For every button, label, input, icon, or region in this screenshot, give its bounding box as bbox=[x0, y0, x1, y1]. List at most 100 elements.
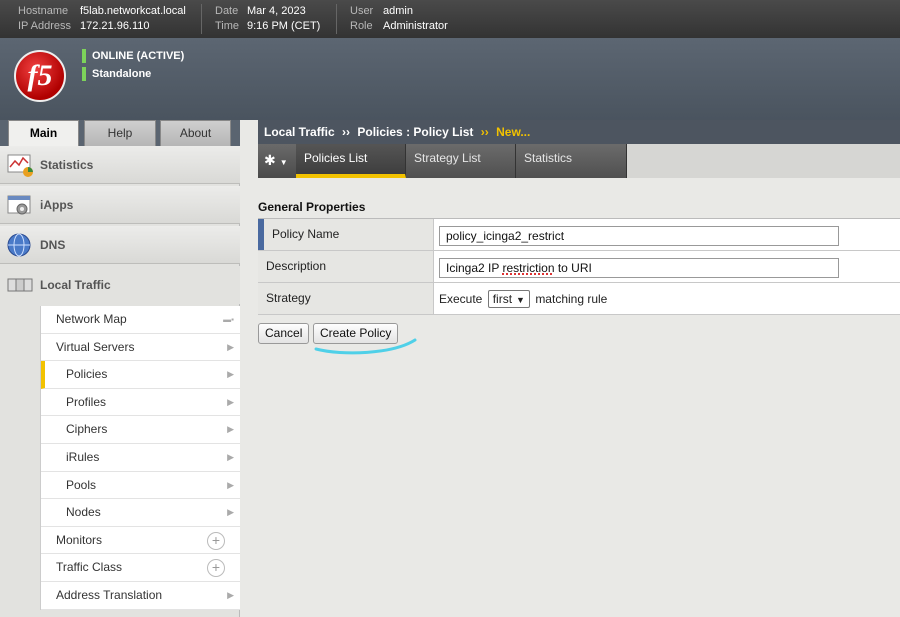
sidebar-item-label: iRules bbox=[66, 449, 100, 464]
chevron-right-icon: ▶ bbox=[227, 451, 234, 462]
sidebar-item-ciphers[interactable]: Ciphers ▶ bbox=[41, 416, 240, 444]
sidebar-item-label: Pools bbox=[66, 477, 97, 492]
gear-icon: ✱ bbox=[264, 152, 276, 168]
breadcrumb-new: New... bbox=[496, 125, 531, 139]
strategy-row: Strategy Execute first ▼ matching rule bbox=[258, 283, 900, 315]
sidebar-section-statistics[interactable]: Statistics bbox=[0, 146, 240, 184]
gear-menu-button[interactable]: ✱ ▼ bbox=[258, 144, 296, 178]
left-nav-tabs: Main Help About bbox=[0, 120, 240, 147]
description-row: Description Icinga2 IP restriction to UR… bbox=[258, 251, 900, 283]
sidebar-section-iapps[interactable]: iApps bbox=[0, 186, 240, 224]
date-label: Date bbox=[215, 5, 239, 17]
tab-about[interactable]: About bbox=[160, 120, 231, 146]
sidebar-item-traffic-class[interactable]: Traffic Class + bbox=[41, 554, 240, 582]
content-tabs: ✱ ▼ Policies List Strategy List Statistic… bbox=[258, 144, 900, 178]
sidebar-item-pools[interactable]: Pools ▶ bbox=[41, 472, 240, 500]
header-banner: f5 ONLINE (ACTIVE) Standalone bbox=[0, 38, 900, 120]
statistics-icon bbox=[7, 154, 33, 177]
add-icon[interactable]: + bbox=[207, 559, 225, 578]
sidebar-item-label: Virtual Servers bbox=[56, 339, 135, 354]
tab-main[interactable]: Main bbox=[8, 120, 79, 147]
sidebar-item-label: Ciphers bbox=[66, 422, 108, 437]
role-value: Administrator bbox=[383, 20, 448, 32]
sidebar-item-label: Address Translation bbox=[56, 587, 163, 602]
sidebar-item-label: Policies bbox=[66, 367, 108, 382]
breadcrumb-policy-list[interactable]: Policies : Policy List bbox=[357, 125, 473, 139]
ip-label: IP Address bbox=[18, 20, 71, 32]
hostname-label: Hostname bbox=[18, 5, 69, 17]
cancel-button[interactable]: Cancel bbox=[258, 323, 310, 344]
divider bbox=[201, 4, 202, 34]
chevron-right-icon: ▶ bbox=[227, 369, 234, 380]
host-info: Hostname f5lab.networkcat.local IP Addres… bbox=[18, 4, 186, 34]
map-icon: ▬▪ bbox=[223, 315, 234, 324]
sidebar-section-label: Local Traffic bbox=[40, 278, 111, 292]
sidebar-section-label: iApps bbox=[40, 198, 74, 212]
sidebar-item-address-translation[interactable]: Address Translation ▶ bbox=[41, 582, 240, 610]
user-info: User admin Role Administrator bbox=[350, 4, 448, 34]
strategy-selected-value: first bbox=[492, 292, 513, 306]
annotation-underline bbox=[314, 338, 417, 355]
breadcrumb-separator: ›› bbox=[480, 125, 489, 139]
sidebar-item-label: Monitors bbox=[56, 532, 103, 547]
sidebar-item-irules[interactable]: iRules ▶ bbox=[41, 444, 240, 472]
sidebar-section-label: DNS bbox=[40, 238, 66, 252]
datetime-info: Date Mar 4, 2023 Time 9:16 PM (CET) bbox=[215, 4, 320, 34]
time-value: 9:16 PM (CET) bbox=[247, 20, 321, 32]
tab-help[interactable]: Help bbox=[84, 120, 156, 146]
spellcheck-underline bbox=[502, 272, 552, 275]
strategy-select[interactable]: first ▼ bbox=[487, 290, 530, 308]
sidebar-item-network-map[interactable]: Network Map ▬▪ bbox=[41, 306, 240, 334]
add-icon[interactable]: + bbox=[207, 531, 225, 550]
iapps-icon bbox=[7, 195, 31, 215]
sidebar-item-virtual-servers[interactable]: Virtual Servers ▶ bbox=[41, 334, 240, 362]
strategy-prefix: Execute bbox=[439, 292, 483, 306]
sidebar-section-label: Statistics bbox=[40, 158, 94, 172]
sidebar-item-monitors[interactable]: Monitors + bbox=[41, 527, 240, 555]
local-traffic-icon bbox=[7, 278, 33, 292]
online-status: ONLINE (ACTIVE) bbox=[82, 49, 184, 63]
time-label: Time bbox=[215, 20, 240, 32]
description-input[interactable]: Icinga2 IP restriction to URI bbox=[439, 258, 839, 278]
date-value: Mar 4, 2023 bbox=[247, 5, 306, 17]
device-mode: Standalone bbox=[82, 67, 151, 81]
chevron-right-icon: ▶ bbox=[227, 396, 234, 407]
sidebar-item-nodes[interactable]: Nodes ▶ bbox=[41, 499, 240, 527]
chevron-right-icon: ▶ bbox=[227, 424, 234, 435]
sidebar-item-policies[interactable]: Policies ▶ bbox=[41, 361, 240, 389]
user-label: User bbox=[350, 5, 374, 17]
sidebar-section-dns[interactable]: DNS bbox=[0, 226, 240, 264]
policy-name-row: Policy Name policy_icinga2_restrict bbox=[258, 219, 900, 251]
chevron-down-icon: ▼ bbox=[279, 158, 288, 167]
policy-name-label: Policy Name bbox=[258, 219, 434, 250]
sidebar-item-label: Nodes bbox=[66, 505, 101, 520]
section-title: General Properties bbox=[258, 200, 366, 214]
sidebar: Statistics iApps DNS Local Traffic Netwo… bbox=[0, 146, 240, 617]
divider bbox=[336, 4, 337, 34]
system-info-bar: Hostname f5lab.networkcat.local IP Addres… bbox=[0, 0, 900, 38]
hostname-value: f5lab.networkcat.local bbox=[80, 5, 186, 17]
sidebar-section-local-traffic[interactable]: Local Traffic bbox=[0, 266, 240, 304]
ip-value: 172.21.96.110 bbox=[80, 20, 150, 32]
tab-policies-list[interactable]: Policies List bbox=[296, 144, 406, 178]
tab-statistics[interactable]: Statistics bbox=[516, 144, 627, 178]
tab-strategy-list[interactable]: Strategy List bbox=[406, 144, 516, 178]
role-label: Role bbox=[350, 20, 373, 32]
policy-name-input[interactable]: policy_icinga2_restrict bbox=[439, 226, 839, 246]
chevron-down-icon: ▼ bbox=[516, 295, 525, 305]
breadcrumb-local-traffic[interactable]: Local Traffic bbox=[264, 125, 335, 139]
strategy-label: Strategy bbox=[258, 283, 434, 314]
sidebar-item-label: Network Map bbox=[56, 312, 127, 326]
dns-globe-icon bbox=[7, 233, 31, 257]
strategy-control: Execute first ▼ matching rule bbox=[439, 290, 607, 308]
breadcrumb: Local Traffic ›› Policies : Policy List … bbox=[258, 120, 900, 144]
strategy-suffix: matching rule bbox=[535, 292, 608, 306]
chevron-right-icon: ▶ bbox=[227, 507, 234, 518]
breadcrumb-separator: ›› bbox=[342, 125, 351, 139]
sidebar-item-profiles[interactable]: Profiles ▶ bbox=[41, 389, 240, 417]
chevron-right-icon: ▶ bbox=[227, 341, 234, 352]
f5-logo: f5 bbox=[14, 50, 66, 102]
sidebar-item-label: Profiles bbox=[66, 394, 107, 409]
user-value: admin bbox=[383, 5, 413, 17]
general-properties-table: Policy Name policy_icinga2_restrict Desc… bbox=[258, 218, 900, 315]
